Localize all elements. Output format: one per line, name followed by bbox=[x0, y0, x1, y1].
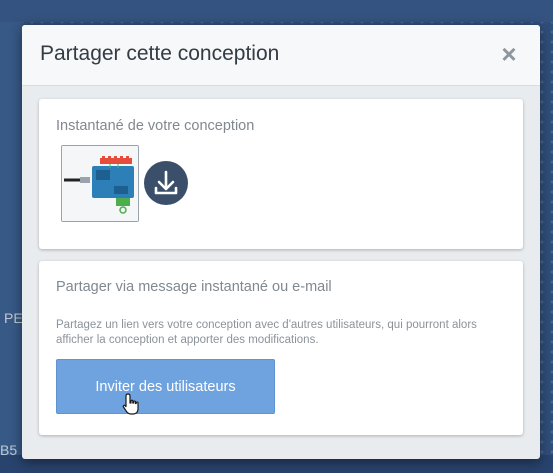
invite-users-button[interactable]: Inviter des utilisateurs bbox=[56, 359, 275, 414]
share-title: Partager via message instantané ou e-mai… bbox=[56, 279, 332, 295]
share-card: Partager via message instantané ou e-mai… bbox=[39, 261, 523, 435]
circuit-preview-image bbox=[62, 146, 138, 221]
share-description: Partagez un lien vers votre conception a… bbox=[56, 319, 477, 346]
snapshot-title: Instantané de votre conception bbox=[56, 118, 255, 134]
download-icon bbox=[154, 170, 178, 195]
design-snapshot-thumbnail[interactable] bbox=[61, 145, 139, 222]
hand-cursor-icon bbox=[122, 393, 139, 415]
download-snapshot-button[interactable] bbox=[144, 161, 188, 205]
close-button[interactable]: × bbox=[498, 41, 520, 67]
dialog-title: Partager cette conception bbox=[40, 42, 280, 65]
share-dialog: Partager cette conception × Instantané d… bbox=[22, 25, 540, 459]
snapshot-card: Instantané de votre conception bbox=[39, 99, 523, 249]
dialog-header: Partager cette conception × bbox=[22, 25, 540, 86]
close-icon: × bbox=[501, 39, 517, 69]
